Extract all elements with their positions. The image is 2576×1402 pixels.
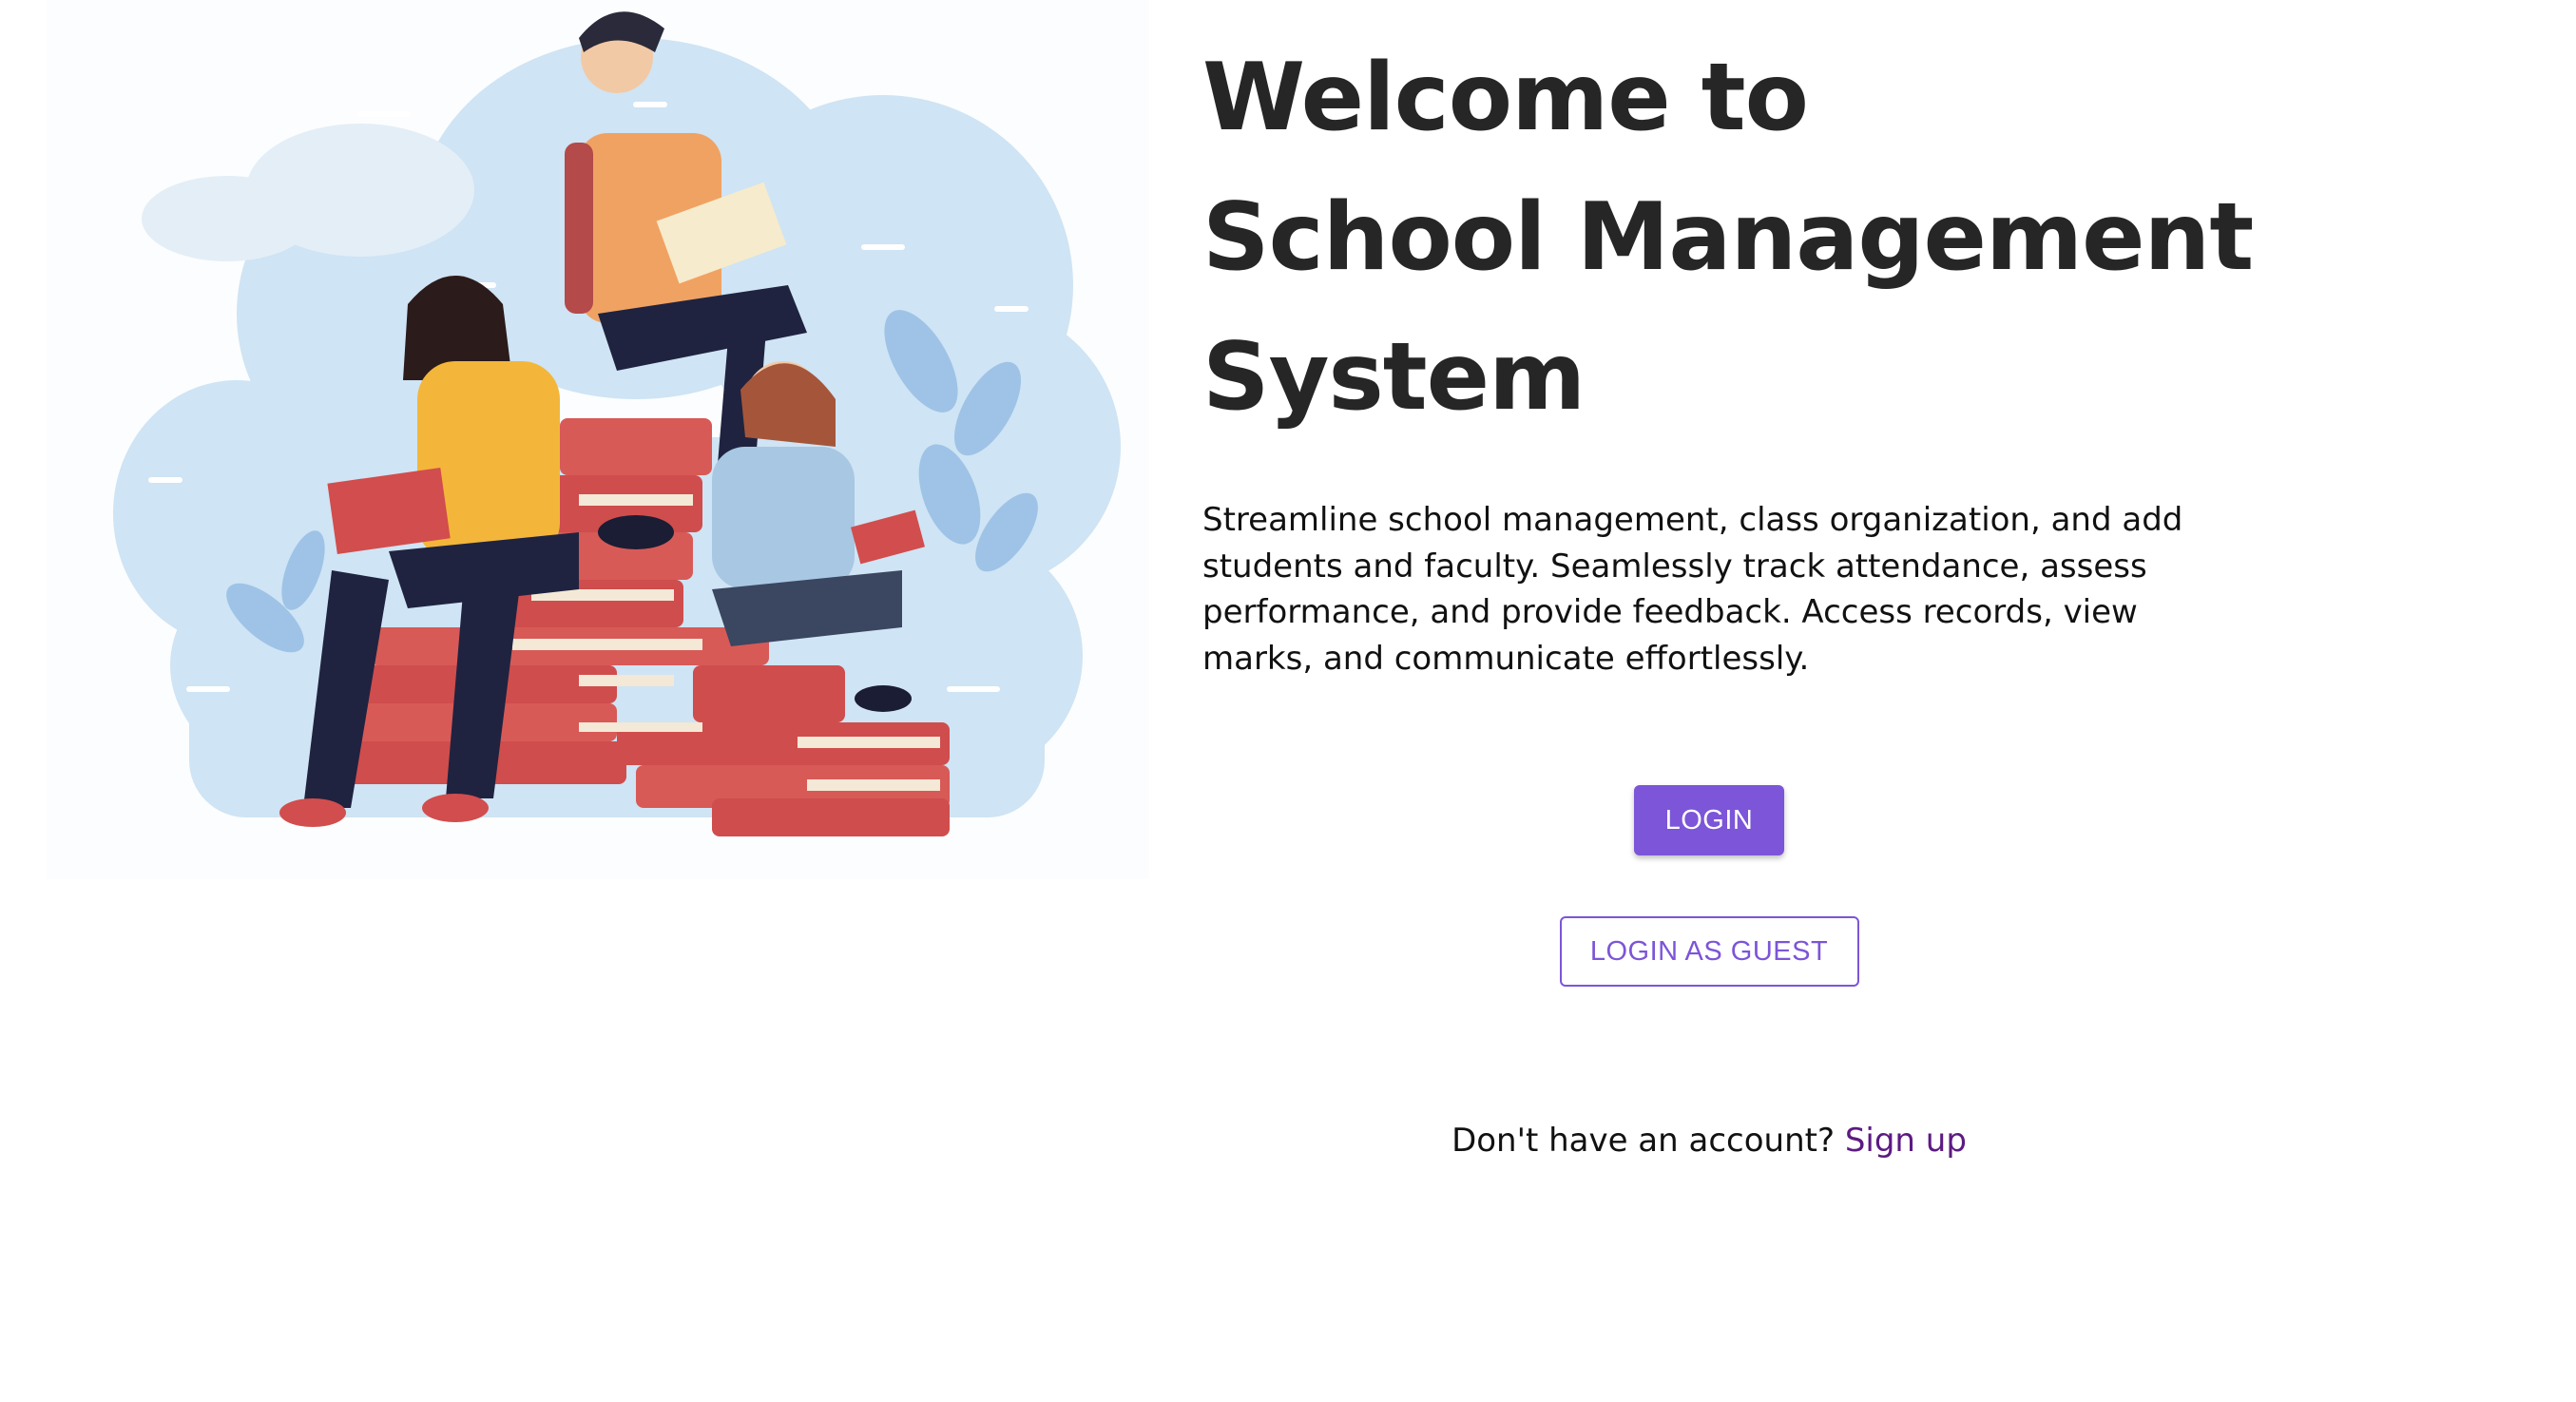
login-as-guest-button[interactable]: LOGIN AS GUEST	[1559, 916, 1859, 987]
title-line-3: System	[1202, 323, 1586, 432]
signup-link[interactable]: Sign up	[1845, 1122, 1967, 1160]
welcome-page: Welcome to School Management System Stre…	[0, 0, 2576, 1402]
login-button[interactable]: LOGIN	[1634, 785, 1784, 855]
signup-prompt-text: Don't have an account?	[1451, 1122, 1835, 1160]
students-illustration-svg	[113, 11, 1121, 836]
auth-actions: LOGIN LOGIN AS GUEST	[1201, 785, 2218, 987]
welcome-description: Streamline school management, class orga…	[1202, 501, 2183, 678]
welcome-content: Welcome to School Management System Stre…	[1202, 29, 2296, 682]
title-line-2: School Management	[1202, 183, 2254, 292]
signup-prompt: Don't have an account? Sign up	[1201, 1122, 2218, 1160]
page-title: Welcome to School Management System	[1202, 29, 2296, 448]
title-line-1: Welcome to	[1202, 44, 1809, 152]
students-reading-illustration	[47, 0, 1149, 879]
